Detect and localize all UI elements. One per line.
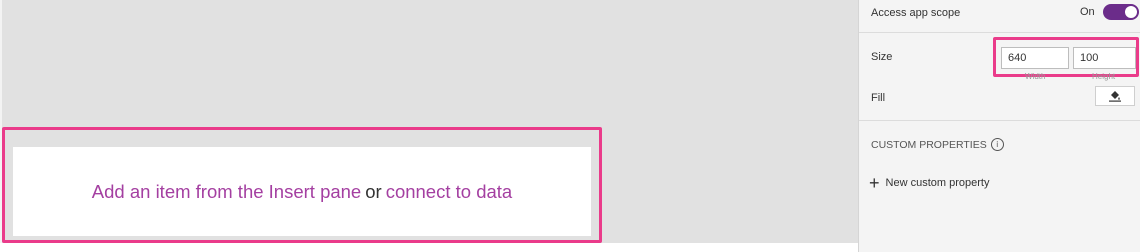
component-placeholder[interactable]: Add an item from the Insert pane or conn… xyxy=(13,147,591,236)
connect-to-data-link[interactable]: connect to data xyxy=(386,181,513,203)
size-inputs-highlight: 640 100 xyxy=(993,37,1139,77)
divider xyxy=(859,120,1140,121)
access-app-scope-label: Access app scope xyxy=(871,7,961,19)
height-sublabel: Height xyxy=(1092,72,1116,81)
custom-properties-header: CUSTOM PROPERTIES i xyxy=(871,138,1004,151)
insert-pane-link[interactable]: Add an item from the Insert pane xyxy=(92,181,361,203)
fill-color-picker[interactable] xyxy=(1095,86,1135,106)
width-input[interactable]: 640 xyxy=(1001,47,1069,69)
fill-label: Fill xyxy=(871,92,886,104)
new-custom-property-label: New custom property xyxy=(885,177,990,189)
width-sublabel: Width xyxy=(1025,72,1046,81)
size-label: Size xyxy=(871,51,893,63)
new-custom-property-button[interactable]: + New custom property xyxy=(869,173,990,193)
access-app-scope-toggle[interactable]: On xyxy=(1080,4,1139,20)
custom-properties-title: CUSTOM PROPERTIES xyxy=(871,138,987,151)
height-input[interactable]: 100 xyxy=(1073,47,1136,69)
or-text: or xyxy=(365,180,382,202)
paint-bucket-icon xyxy=(1109,91,1121,102)
info-icon[interactable]: i xyxy=(990,138,1004,151)
divider xyxy=(859,32,1140,33)
plus-icon: + xyxy=(869,173,880,193)
toggle-state-label: On xyxy=(1080,6,1095,18)
properties-pane: Access app scope On Size 640 100 Width H… xyxy=(858,0,1140,252)
toggle-knob xyxy=(1124,6,1137,18)
toggle-switch[interactable] xyxy=(1102,4,1139,20)
